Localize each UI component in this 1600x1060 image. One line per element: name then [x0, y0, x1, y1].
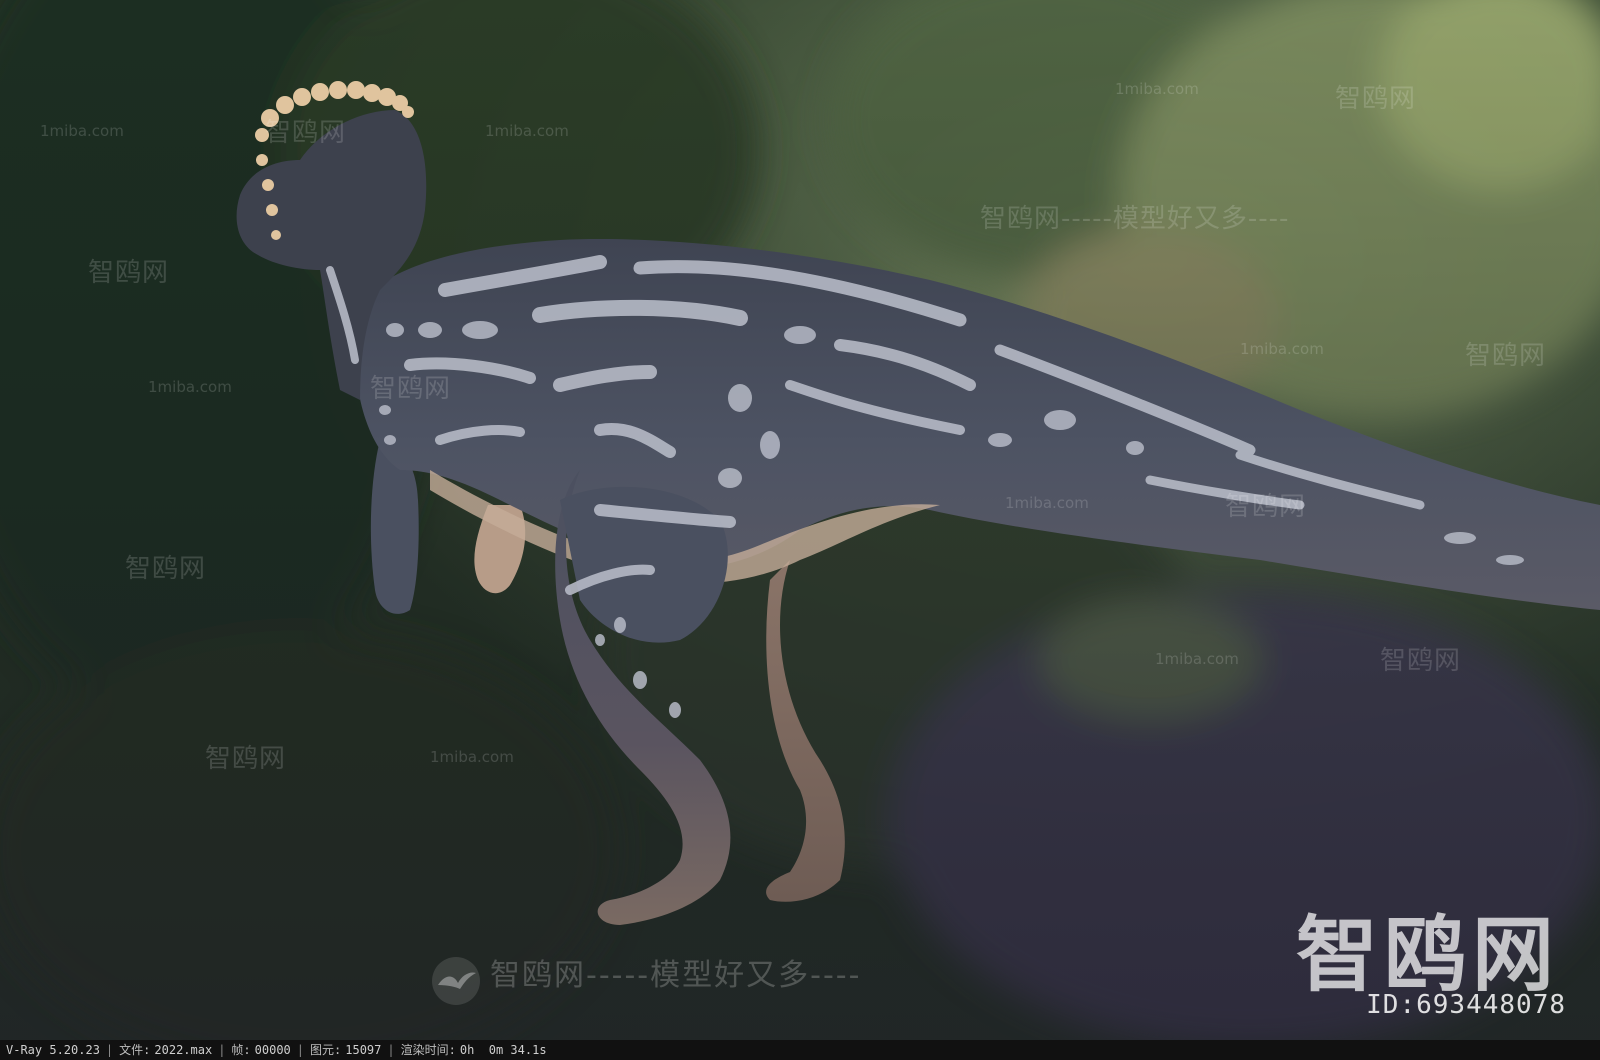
render-image — [0, 0, 1600, 1040]
renderer-version: V-Ray 5.20.23 — [6, 1043, 100, 1057]
model-id-label: ID:693448078 — [1366, 990, 1566, 1020]
frame-label: 帧: — [231, 1043, 251, 1057]
render-viewport: 1miba.com 智鸥网 1miba.com 智鸥网 1miba.com 智鸥… — [0, 0, 1600, 1040]
render-time-value: 0h 0m 34.1s — [459, 1043, 547, 1057]
primitives-count: 15097 — [345, 1043, 382, 1057]
frame-number: 00000 — [254, 1043, 291, 1057]
seagull-logo-icon — [432, 957, 480, 1005]
file-label: 文件: — [119, 1043, 151, 1057]
render-time-label: 渲染时间: — [400, 1043, 456, 1057]
render-status-bar: V-Ray 5.20.23 | 文件: 2022.max | 帧: 00000 … — [0, 1040, 1600, 1060]
file-name: 2022.max — [154, 1043, 213, 1057]
primitives-label: 图元: — [310, 1043, 342, 1057]
